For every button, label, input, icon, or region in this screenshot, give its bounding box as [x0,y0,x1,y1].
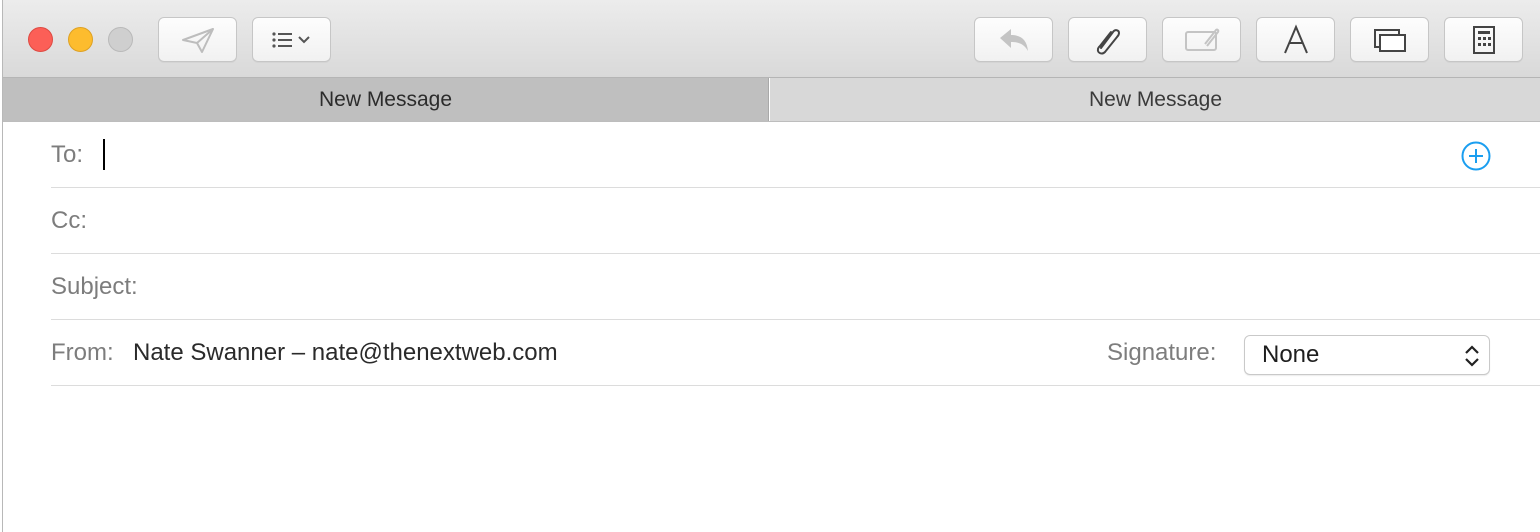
markup-icon [1183,26,1221,54]
subject-label: Subject: [51,273,138,300]
message-body[interactable] [3,386,1540,532]
cc-label: Cc: [51,207,87,234]
signature-value: None [1262,341,1320,368]
to-field[interactable]: To: [51,122,1540,188]
tab-new-message[interactable]: New Message [770,78,1540,121]
subject-field[interactable]: Subject: [51,254,1540,320]
photo-browser-icon [1373,26,1407,54]
reply-button[interactable] [974,17,1053,62]
font-a-icon [1282,23,1310,56]
tab-label: New Message [318,87,453,111]
cc-field[interactable]: Cc: [51,188,1540,254]
compose-window: New Message New Message To: Cc: Subject:… [2,0,1540,532]
reply-arrow-icon [996,26,1032,54]
paperclip-icon [1093,24,1123,56]
text-cursor [103,139,105,170]
send-button[interactable] [158,17,237,62]
add-contact-icon[interactable] [1460,140,1492,177]
attach-button[interactable] [1068,17,1147,62]
updown-chevron-icon [1463,343,1481,374]
close-window-button[interactable] [28,27,53,52]
tab-bar: New Message New Message [3,78,1540,122]
fonts-button[interactable] [1256,17,1335,62]
toolbar [3,0,1540,78]
tab-label: New Message [1088,87,1223,111]
from-row: From: Nate Swanner – nate@thenextweb.com… [51,320,1540,386]
to-label: To: [51,141,84,168]
paper-plane-icon [180,26,216,54]
zoom-window-button[interactable] [108,27,133,52]
stationery-button[interactable] [1444,17,1523,62]
markup-button[interactable] [1162,17,1241,62]
header-fields-button[interactable] [252,17,331,62]
signature-select[interactable]: None [1244,335,1490,375]
stationery-icon [1471,25,1497,55]
from-label: From: [51,339,114,366]
minimize-window-button[interactable] [68,27,93,52]
from-account-popup[interactable]: Nate Swanner – nate@thenextweb.com [133,320,558,386]
list-chevron-icon [268,28,316,52]
signature-label: Signature: [1107,339,1217,366]
photo-browser-button[interactable] [1350,17,1429,62]
tab-new-message-active[interactable]: New Message [3,78,769,121]
